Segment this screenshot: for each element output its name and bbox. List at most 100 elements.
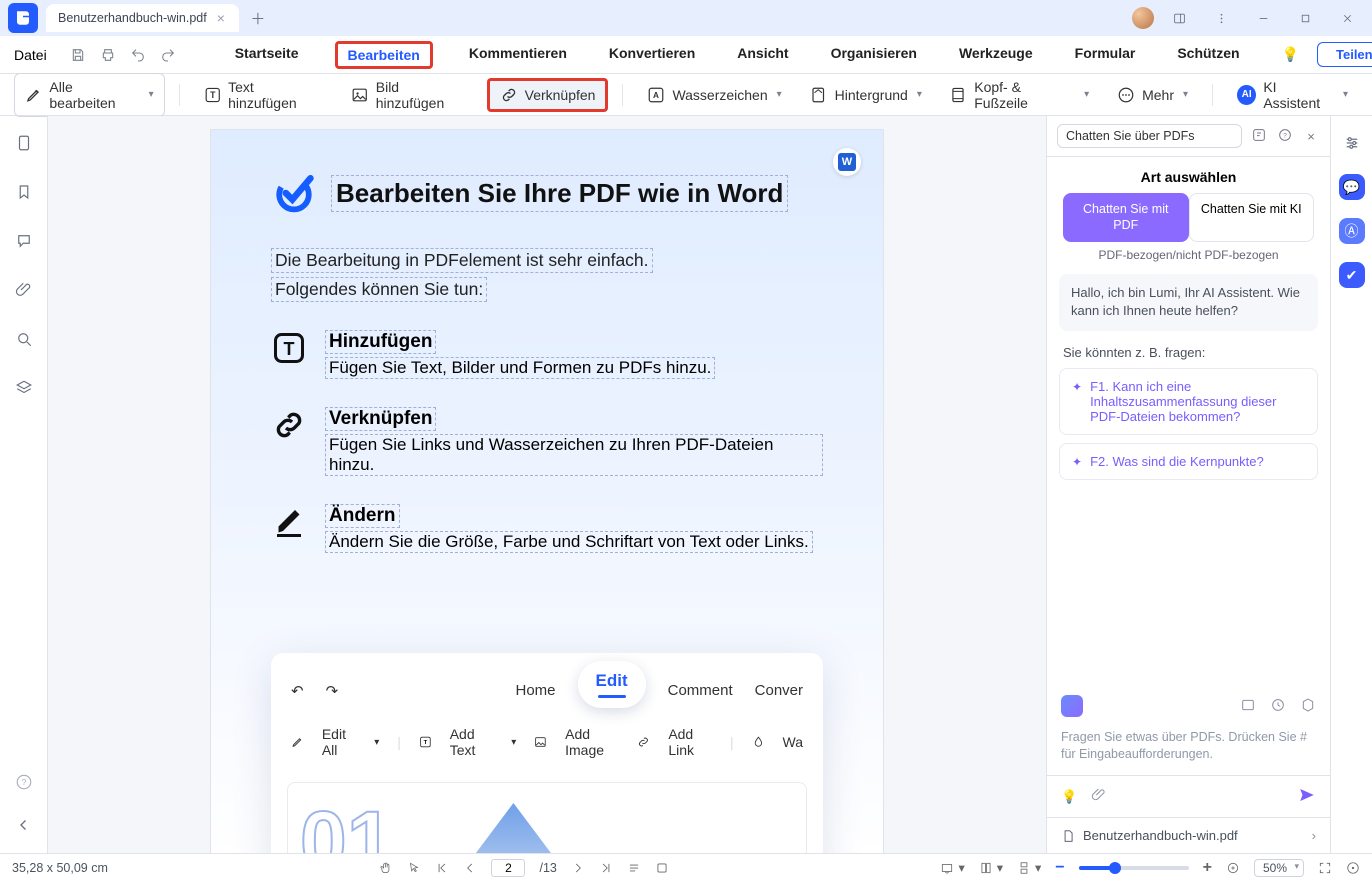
window-minimize[interactable]	[1246, 4, 1280, 32]
select-tool-icon[interactable]	[407, 861, 421, 875]
chat-history-icon[interactable]	[1240, 697, 1256, 716]
ai-app-icon[interactable]	[1061, 695, 1083, 717]
text-icon: T	[204, 86, 221, 104]
document-viewport[interactable]: W Bearbeiten Sie Ihre PDF wie in Word Di…	[48, 116, 1046, 853]
file-menu[interactable]: Datei	[14, 47, 47, 63]
ai-tab-pdf[interactable]: Chatten Sie mit PDF	[1063, 193, 1189, 242]
help-icon[interactable]: ?	[15, 773, 33, 796]
menu-schuetzen[interactable]: Schützen	[1171, 41, 1245, 69]
tool-watermark[interactable]: A Wasserzeichen▾	[637, 81, 791, 109]
sparkle-icon: ✦	[1072, 455, 1082, 469]
word-export-badge[interactable]: W	[833, 148, 861, 176]
collapse-sidebar-icon[interactable]	[15, 816, 33, 839]
fit-width-icon[interactable]: ▾	[940, 860, 964, 875]
page-layout-icon[interactable]: ▾	[979, 860, 1003, 875]
fs-hero-number: 01	[300, 793, 393, 853]
tool-link[interactable]: Verknüpfen	[487, 78, 609, 112]
word-icon: W	[838, 153, 856, 171]
panel-toggle-icon[interactable]	[1162, 4, 1196, 32]
fullscreen-icon[interactable]	[1318, 861, 1332, 875]
ai-current-file[interactable]: Benutzerhandbuch-win.pdf ›	[1047, 817, 1330, 853]
read-mode-icon[interactable]	[655, 861, 669, 875]
lightbulb-icon[interactable]: 💡	[1282, 46, 1299, 63]
zoom-out-icon[interactable]: −	[1055, 859, 1064, 877]
attach-icon[interactable]	[1091, 787, 1107, 806]
undo-icon[interactable]	[129, 47, 147, 63]
search-icon[interactable]	[15, 330, 33, 353]
hand-tool-icon[interactable]	[379, 861, 393, 875]
layers-icon[interactable]	[15, 379, 33, 402]
tool-ai-assistant[interactable]: AI KI Assistent▾	[1227, 74, 1358, 116]
fs-text-icon: T	[419, 734, 432, 750]
first-page-icon[interactable]	[435, 861, 449, 875]
tool-header-footer[interactable]: Kopf- & Fußzeile▾	[940, 74, 1099, 116]
send-icon[interactable]	[1298, 786, 1316, 807]
menu-bearbeiten[interactable]: Bearbeiten	[335, 41, 433, 69]
menu-organisieren[interactable]: Organisieren	[825, 41, 923, 69]
tool-ai-label: KI Assistent	[1263, 79, 1334, 111]
menu-formular[interactable]: Formular	[1069, 41, 1142, 69]
rail-sliders-icon[interactable]	[1339, 130, 1365, 156]
right-rail: 💬 Ⓐ ✔	[1330, 116, 1372, 853]
thumbnails-icon[interactable]	[15, 134, 33, 157]
prompt-library-icon[interactable]	[1250, 127, 1268, 146]
last-page-icon[interactable]	[599, 861, 613, 875]
kebab-menu-icon[interactable]	[1204, 4, 1238, 32]
scroll-mode-icon[interactable]: ▾	[1017, 860, 1041, 875]
attachments-icon[interactable]	[15, 281, 33, 304]
close-panel-icon[interactable]: ×	[1302, 129, 1320, 144]
ai-help-icon[interactable]: ?	[1276, 127, 1294, 146]
menu-ansicht[interactable]: Ansicht	[731, 41, 794, 69]
idea-icon[interactable]: 💡	[1061, 789, 1077, 805]
page-number-input[interactable]	[491, 859, 525, 877]
ai-suggestion-1[interactable]: ✦F1. Kann ich eine Inhaltszusammenfassun…	[1059, 368, 1318, 435]
presentation-icon[interactable]	[1346, 861, 1360, 875]
tool-add-image-label: Bild hinzufügen	[376, 79, 469, 111]
clock-icon[interactable]	[1270, 697, 1286, 716]
pencil-icon	[25, 86, 42, 104]
zoom-level[interactable]: 50%	[1254, 859, 1304, 877]
menu-startseite[interactable]: Startseite	[229, 41, 305, 69]
app-logo[interactable]	[8, 3, 38, 33]
ai-search-input[interactable]	[1057, 124, 1242, 148]
ai-tab-ki[interactable]: Chatten Sie mit KI	[1189, 193, 1315, 242]
tool-add-image[interactable]: Bild hinzufügen	[341, 74, 478, 116]
redo-icon[interactable]	[159, 47, 177, 63]
share-button[interactable]: Teilen	[1317, 42, 1372, 67]
user-avatar[interactable]	[1132, 7, 1154, 29]
menu-werkzeuge[interactable]: Werkzeuge	[953, 41, 1039, 69]
rail-check-icon[interactable]: ✔	[1339, 262, 1365, 288]
print-icon[interactable]	[99, 47, 117, 63]
window-close[interactable]	[1330, 4, 1364, 32]
rail-translate-icon[interactable]: Ⓐ	[1339, 218, 1365, 244]
page-total: /13	[539, 861, 556, 875]
new-tab-button[interactable]: ＋	[247, 7, 269, 29]
window-maximize[interactable]	[1288, 4, 1322, 32]
bookmarks-icon[interactable]	[15, 183, 33, 206]
menu-kommentieren[interactable]: Kommentieren	[463, 41, 573, 69]
check-circle-icon	[271, 170, 317, 216]
tab-label: Benutzerhandbuch-win.pdf	[58, 11, 207, 25]
close-tab-icon[interactable]: ×	[217, 10, 225, 26]
fit-page-icon[interactable]	[1226, 861, 1240, 875]
svg-text:?: ?	[21, 778, 26, 787]
prev-page-icon[interactable]	[463, 861, 477, 875]
rail-chat-icon[interactable]: 💬	[1339, 174, 1365, 200]
link-icon	[500, 86, 518, 104]
tool-edit-all[interactable]: Alle bearbeiten▾	[14, 73, 165, 117]
menu-konvertieren[interactable]: Konvertieren	[603, 41, 701, 69]
reflow-icon[interactable]	[627, 861, 641, 875]
ai-suggestion-2[interactable]: ✦F2. Was sind die Kernpunkte?	[1059, 443, 1318, 480]
save-icon[interactable]	[69, 47, 87, 63]
tool-add-text[interactable]: T Text hinzufügen	[194, 74, 334, 116]
zoom-slider[interactable]	[1079, 866, 1189, 870]
page-intro-2: Folgendes können Sie tun:	[271, 277, 487, 302]
tool-background[interactable]: Hintergrund▾	[800, 81, 932, 109]
comments-icon[interactable]	[15, 232, 33, 255]
zoom-in-icon[interactable]: +	[1203, 859, 1212, 877]
document-tab[interactable]: Benutzerhandbuch-win.pdf ×	[46, 4, 239, 32]
next-page-icon[interactable]	[571, 861, 585, 875]
embedded-screenshot: ↶ ↷ Home Edit Comment Conver Edit All▾ |…	[271, 653, 823, 853]
settings-hex-icon[interactable]	[1300, 697, 1316, 716]
tool-more[interactable]: Mehr▾	[1107, 81, 1198, 109]
